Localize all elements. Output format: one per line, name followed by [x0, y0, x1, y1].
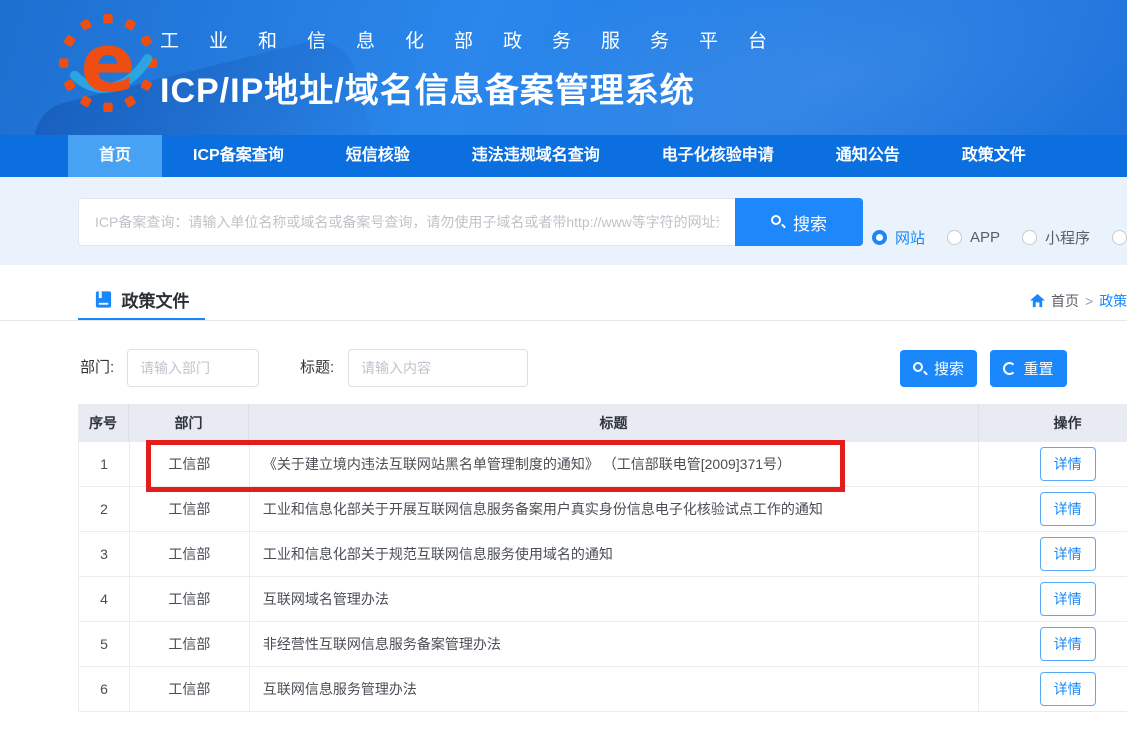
detail-button[interactable]: 详情 — [1040, 672, 1096, 706]
row-index: 1 — [79, 442, 129, 486]
dept-filter-label: 部门: — [80, 349, 114, 387]
nav-item-e-verify-apply[interactable]: 电子化核验申请 — [631, 135, 805, 177]
nav-item-notices[interactable]: 通知公告 — [805, 135, 931, 177]
row-dept: 工信部 — [129, 667, 249, 711]
table-row: 1 工信部 《关于建立境内违法互联网站黑名单管理制度的通知》 （工信部联电管[2… — [78, 442, 1127, 487]
row-dept: 工信部 — [129, 487, 249, 531]
miit-gear-logo-icon: e — [58, 13, 158, 113]
table-row: 3 工信部 工业和信息化部关于规范互联网信息服务使用域名的通知 详情 — [78, 532, 1127, 577]
table-row: 2 工信部 工业和信息化部关于开展互联网信息服务备案用户真实身份信息电子化核验试… — [78, 487, 1127, 532]
breadcrumb-current-link[interactable]: 政策文件 — [1099, 291, 1127, 311]
row-index: 6 — [79, 667, 129, 711]
row-title: 《关于建立境内违法互联网站黑名单管理制度的通知》 （工信部联电管[2009]37… — [249, 442, 978, 486]
row-index: 5 — [79, 622, 129, 666]
header-text-block: 工业和信息化部政务服务平台 ICP/IP地址/域名信息备案管理系统 — [160, 26, 797, 112]
filter-search-button[interactable]: 搜索 — [900, 350, 977, 387]
icp-search-button-label: 搜索 — [793, 210, 827, 235]
policy-document-icon — [94, 290, 113, 309]
detail-button[interactable]: 详情 — [1040, 582, 1096, 616]
search-type-radio-group: 网站 APP 小程序 快应用 — [872, 227, 1127, 247]
section-title-tab: 政策文件 — [78, 281, 205, 321]
row-title: 互联网域名管理办法 — [249, 577, 978, 621]
main-nav: 首页 ICP备案查询 短信核验 违法违规域名查询 电子化核验申请 通知公告 政策… — [0, 135, 1127, 177]
radio-website-dot[interactable] — [872, 230, 887, 245]
nav-item-sms-verify[interactable]: 短信核验 — [315, 135, 441, 177]
detail-button[interactable]: 详情 — [1040, 537, 1096, 571]
col-header-title: 标题 — [248, 404, 978, 442]
svg-text:e: e — [80, 17, 135, 111]
detail-button[interactable]: 详情 — [1040, 447, 1096, 481]
row-dept: 工信部 — [129, 622, 249, 666]
title-filter-label: 标题: — [300, 349, 334, 387]
icp-search-input[interactable] — [78, 198, 735, 246]
site-header: e 工业和信息化部政务服务平台 ICP/IP地址/域名信息备案管理系统 — [0, 0, 1127, 135]
section-title: 政策文件 — [122, 287, 190, 312]
row-title: 工业和信息化部关于开展互联网信息服务备案用户真实身份信息电子化核验试点工作的通知 — [249, 487, 978, 531]
search-icon — [771, 215, 785, 229]
row-title: 互联网信息服务管理办法 — [249, 667, 978, 711]
breadcrumb-separator: > — [1085, 293, 1093, 309]
radio-app-dot[interactable] — [947, 230, 962, 245]
row-title: 工业和信息化部关于规范互联网信息服务使用域名的通知 — [249, 532, 978, 576]
filter-search-button-label: 搜索 — [934, 358, 964, 379]
section-bar: 政策文件 首页 > 政策文件 — [0, 265, 1127, 321]
row-dept: 工信部 — [129, 532, 249, 576]
filter-row: 部门: 标题: 搜索 重置 — [0, 339, 1127, 399]
icp-search-section: 搜索 网站 APP 小程序 快应用 — [0, 177, 1127, 265]
dept-filter-input[interactable] — [127, 349, 259, 387]
radio-miniprogram-label: 小程序 — [1045, 227, 1090, 248]
table-row: 5 工信部 非经营性互联网信息服务备案管理办法 详情 — [78, 622, 1127, 667]
row-index: 2 — [79, 487, 129, 531]
radio-quickapp-dot[interactable] — [1112, 230, 1127, 245]
filter-reset-button-label: 重置 — [1023, 358, 1053, 379]
col-header-action: 操作 — [978, 404, 1127, 442]
filter-reset-button[interactable]: 重置 — [990, 350, 1067, 387]
radio-website-label: 网站 — [895, 227, 925, 248]
nav-item-home[interactable]: 首页 — [68, 135, 162, 177]
reset-icon — [1003, 362, 1016, 375]
row-dept: 工信部 — [129, 577, 249, 621]
radio-miniprogram-dot[interactable] — [1022, 230, 1037, 245]
row-index: 3 — [79, 532, 129, 576]
icp-search-button[interactable]: 搜索 — [735, 198, 863, 246]
radio-app[interactable]: APP — [947, 229, 1000, 246]
section-divider — [0, 320, 1127, 321]
breadcrumb-home-link[interactable]: 首页 — [1051, 291, 1079, 311]
table-header-row: 序号 部门 标题 操作 — [78, 404, 1127, 442]
radio-website[interactable]: 网站 — [872, 227, 925, 248]
table-row: 6 工信部 互联网信息服务管理办法 详情 — [78, 667, 1127, 712]
radio-miniprogram[interactable]: 小程序 — [1022, 227, 1090, 248]
row-title: 非经营性互联网信息服务备案管理办法 — [249, 622, 978, 666]
page-title: ICP/IP地址/域名信息备案管理系统 — [160, 63, 797, 112]
radio-quickapp[interactable]: 快应用 — [1112, 227, 1127, 248]
search-icon — [913, 362, 927, 376]
col-header-dept: 部门 — [128, 404, 248, 442]
detail-button[interactable]: 详情 — [1040, 627, 1096, 661]
nav-item-icp-query[interactable]: ICP备案查询 — [162, 135, 315, 177]
radio-app-label: APP — [970, 229, 1000, 246]
table-row: 4 工信部 互联网域名管理办法 详情 — [78, 577, 1127, 622]
detail-button[interactable]: 详情 — [1040, 492, 1096, 526]
nav-item-illegal-domain-query[interactable]: 违法违规域名查询 — [441, 135, 631, 177]
nav-item-policy-files[interactable]: 政策文件 — [931, 135, 1057, 177]
platform-subtitle: 工业和信息化部政务服务平台 — [160, 26, 797, 53]
icp-filing-system-page: e 工业和信息化部政务服务平台 ICP/IP地址/域名信息备案管理系统 首页 I… — [0, 0, 1127, 751]
title-filter-input[interactable] — [348, 349, 528, 387]
breadcrumb: 首页 > 政策文件 — [1030, 291, 1127, 311]
col-header-index: 序号 — [78, 404, 128, 442]
row-index: 4 — [79, 577, 129, 621]
home-icon — [1030, 294, 1045, 308]
content-area: 政策文件 首页 > 政策文件 部门: 标题: 搜索 重 — [0, 265, 1127, 751]
row-dept: 工信部 — [129, 442, 249, 486]
policy-files-table: 序号 部门 标题 操作 1 工信部 《关于建立境内违法互联网站黑名单管理制度的通… — [78, 404, 1127, 712]
